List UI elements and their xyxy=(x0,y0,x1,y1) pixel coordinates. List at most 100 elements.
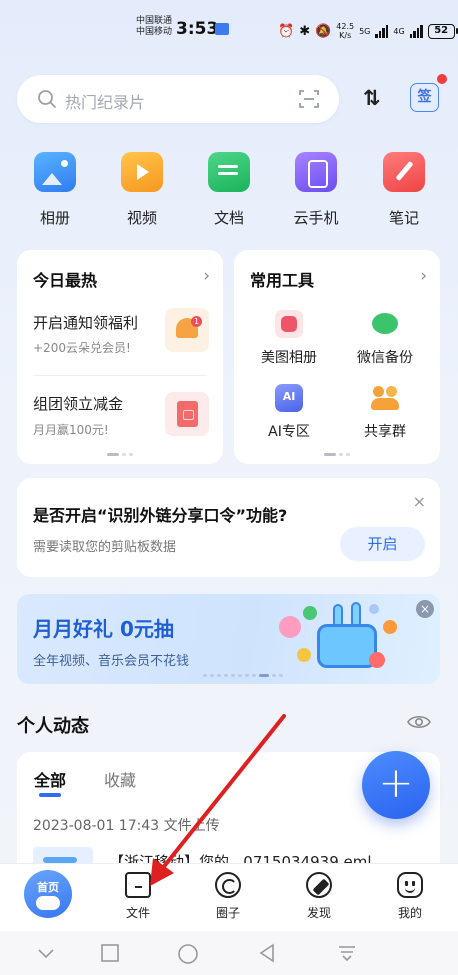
music-note-icon xyxy=(383,620,397,634)
back-icon[interactable] xyxy=(257,943,277,963)
quick-entries: 相册 视频 文档 云手机 笔记 xyxy=(0,152,458,232)
chevron-right-icon[interactable]: › xyxy=(420,266,427,286)
banner-pager xyxy=(203,674,283,677)
quick-entry-note[interactable]: 笔记 xyxy=(369,152,439,228)
tool-meitu-album[interactable]: 美图相册 xyxy=(244,310,334,367)
chevron-right-icon[interactable]: › xyxy=(203,266,210,286)
quick-entry-label: 相册 xyxy=(39,209,70,227)
bluetooth-icon: ✱ xyxy=(299,23,311,39)
quick-entry-label: 文档 xyxy=(213,209,244,227)
carrier-info: 中国联通 中国移动 xyxy=(136,16,172,38)
tab-circle[interactable]: 圈子 xyxy=(193,872,263,921)
bottom-tab-bar: 首页 文件 圈子 发现 我的 xyxy=(0,863,458,931)
eye-icon[interactable] xyxy=(407,713,431,731)
scan-icon[interactable] xyxy=(299,89,319,109)
tool-wechat-backup[interactable]: 微信备份 xyxy=(340,310,430,367)
net-speed-unit: K/s xyxy=(339,31,352,40)
chevron-down-icon[interactable] xyxy=(36,943,56,963)
common-tools-card: 常用工具 › 美图相册 微信备份 AI专区 共享群 xyxy=(234,250,440,464)
quick-entry-cloud-phone[interactable]: 云手机 xyxy=(281,152,351,228)
document-icon xyxy=(208,152,250,192)
hot-today-card: 今日最热 › 开启通知领福利 +200云朵兑会员! 1 组团领立减金 月月赢10… xyxy=(17,250,223,464)
heart-bubble-icon xyxy=(369,652,385,668)
hot-item-title: 开启通知领福利 xyxy=(33,314,139,332)
mute-icon: 🔕 xyxy=(315,23,332,39)
net-speed-value: 42.5 xyxy=(336,22,355,31)
section-title: 个人动态 xyxy=(17,716,89,737)
promo-banner[interactable]: 月月好礼 0元抽 全年视频、音乐会员不花钱 × xyxy=(17,594,440,684)
notification-pull-icon[interactable] xyxy=(337,943,357,963)
profile-icon xyxy=(397,872,423,898)
tool-ai-zone[interactable]: AI专区 xyxy=(244,384,334,441)
quick-entry-album[interactable]: 相册 xyxy=(20,152,90,228)
search-bar[interactable]: 热门纪录片 xyxy=(17,75,339,123)
battery-level: 52 xyxy=(427,23,455,39)
clock: 3:53 xyxy=(176,19,219,39)
tab-favorites[interactable]: 收藏 xyxy=(104,767,136,791)
hot-item-title: 组团领立减金 xyxy=(33,395,124,413)
net-speed: 42.5 K/s xyxy=(336,22,354,40)
enable-button[interactable]: 开启 xyxy=(340,527,425,561)
red-envelope-icon xyxy=(165,392,209,436)
card-pager xyxy=(107,453,133,456)
cloud-mascot-icon xyxy=(36,896,60,910)
home-icon[interactable] xyxy=(177,943,199,965)
quick-entry-label: 笔记 xyxy=(388,209,419,227)
tool-label: 微信备份 xyxy=(357,350,413,366)
hot-item-subtitle: 月月赢100元! xyxy=(33,423,109,437)
transfer-sort-button[interactable]: ⇅ xyxy=(363,86,381,110)
tools-card-title: 常用工具 xyxy=(250,271,315,290)
status-bar: 中国联通 中国移动 3:53 ⏰ ✱ 🔕 42.5 K/s 5G 4G 52 xyxy=(0,0,458,62)
net-type-2: 4G xyxy=(393,26,405,36)
recent-apps-icon[interactable] xyxy=(100,943,120,963)
bell-badge: 1 xyxy=(191,316,202,327)
tab-indicator xyxy=(39,793,61,797)
signal-icon xyxy=(375,24,389,38)
tool-share-group[interactable]: 共享群 xyxy=(340,384,430,441)
quick-entry-label: 视频 xyxy=(126,209,157,227)
search-placeholder: 热门纪录片 xyxy=(65,93,146,112)
tab-label: 我的 xyxy=(397,906,422,920)
bell-icon: 1 xyxy=(165,308,209,352)
share-group-icon xyxy=(371,384,399,412)
tab-label: 圈子 xyxy=(215,906,240,920)
tab-label: 发现 xyxy=(306,906,331,920)
card-pager xyxy=(324,453,350,456)
home-tab-label: 首页 xyxy=(37,881,59,894)
tool-label: AI专区 xyxy=(268,424,310,440)
coin-bubble-icon xyxy=(297,648,311,662)
hot-card-title: 今日最热 xyxy=(33,271,98,290)
sim-app-icon xyxy=(215,23,229,35)
star-bubble-icon xyxy=(369,604,379,614)
sign-in-button[interactable]: 签 xyxy=(410,83,439,112)
compass-icon xyxy=(306,872,332,898)
divider xyxy=(33,375,207,376)
quick-entry-document[interactable]: 文档 xyxy=(194,152,264,228)
tab-all[interactable]: 全部 xyxy=(34,767,66,791)
tab-files[interactable]: 文件 xyxy=(103,872,173,921)
notification-dot xyxy=(437,74,447,84)
close-icon[interactable]: × xyxy=(416,600,434,618)
folder-icon xyxy=(125,872,151,898)
feed-timestamp: 2023-08-01 17:43 文件上传 xyxy=(33,818,220,834)
music-bubble-icon xyxy=(279,616,301,638)
tab-discover[interactable]: 发现 xyxy=(284,872,354,921)
tab-mine[interactable]: 我的 xyxy=(375,872,445,921)
note-bubble-icon xyxy=(303,606,317,620)
hot-item-subtitle: +200云朵兑会员! xyxy=(33,341,131,355)
alarm-icon: ⏰ xyxy=(278,23,295,39)
tab-label: 文件 xyxy=(125,906,150,920)
clipboard-title: 是否开启“识别外链分享口令”功能? xyxy=(33,506,288,525)
cloud-phone-icon xyxy=(295,152,337,192)
album-icon xyxy=(34,152,76,192)
tab-home[interactable]: 首页 xyxy=(24,870,72,918)
quick-entry-video[interactable]: 视频 xyxy=(107,152,177,228)
promo-title: 月月好礼 0元抽 xyxy=(33,617,174,641)
add-button[interactable]: + xyxy=(362,751,430,819)
carrier-1: 中国联通 xyxy=(136,16,173,26)
status-icons: ⏰ ✱ 🔕 42.5 K/s 5G 4G 52 xyxy=(278,22,458,40)
tv-mascot-icon xyxy=(317,624,377,668)
close-icon[interactable]: × xyxy=(413,492,426,511)
clipboard-subtitle: 需要读取您的剪贴板数据 xyxy=(33,540,177,555)
net-type-1: 5G xyxy=(359,26,371,36)
